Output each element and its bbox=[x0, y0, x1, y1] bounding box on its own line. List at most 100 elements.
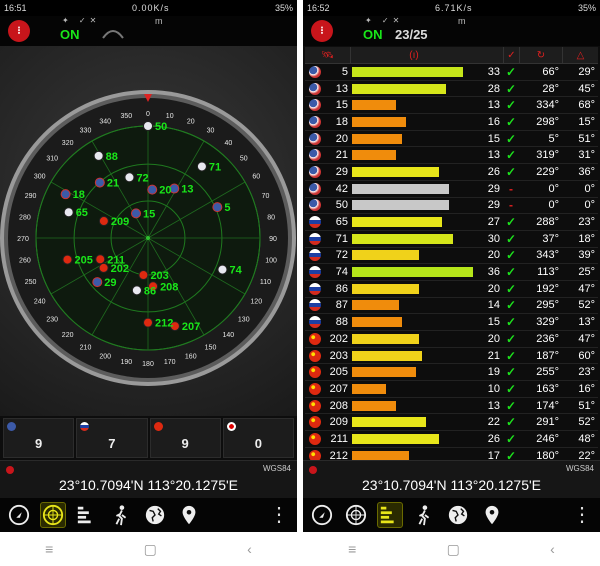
nav-home-button[interactable]: ▢ bbox=[144, 541, 157, 558]
app-logo[interactable]: ⁝ bbox=[311, 20, 333, 42]
walker-tab[interactable] bbox=[411, 502, 437, 528]
system-nav-bar: ≡ ▢ ‹ bbox=[0, 532, 297, 566]
table-row[interactable]: 18 16 ✓ 298° 15° bbox=[305, 114, 598, 131]
row-used: ✓ bbox=[505, 114, 517, 129]
row-snr: 36 bbox=[487, 266, 500, 279]
bearing-label: 40 bbox=[224, 140, 232, 147]
table-row[interactable]: 203 21 ✓ 187° 60° bbox=[305, 348, 598, 365]
signal-screen: 16:52 6.71K/s 35% ⁝ ✦ ✓✕ m ON 23/25 🛰 (ı… bbox=[303, 0, 600, 566]
table-row[interactable]: 208 13 ✓ 174° 51° bbox=[305, 398, 598, 415]
table-row[interactable]: 209 22 ✓ 291° 52° bbox=[305, 414, 598, 432]
sky-radar[interactable]: 0 10 20 30 40 50 60 70 80 90 100 110 120 130 140 150 160… bbox=[0, 46, 297, 416]
bearing-label: 120 bbox=[250, 299, 262, 306]
row-used: ✓ bbox=[505, 315, 517, 330]
table-row[interactable]: 207 10 ✓ 163° 16° bbox=[305, 381, 598, 398]
compass-icon bbox=[311, 504, 333, 526]
row-azimuth: 246° bbox=[536, 432, 559, 445]
nav-home-button[interactable]: ▢ bbox=[447, 541, 460, 558]
row-prn: 15 bbox=[335, 99, 348, 112]
table-row[interactable]: 13 28 ✓ 28° 45° bbox=[305, 81, 598, 98]
row-prn: 87 bbox=[335, 299, 348, 312]
bearing-label: 240 bbox=[34, 299, 46, 306]
row-elevation: 68° bbox=[578, 99, 595, 112]
table-row[interactable]: 74 36 ✓ 113° 25° bbox=[305, 264, 598, 281]
signal-tab[interactable] bbox=[377, 502, 403, 528]
row-elevation: 51° bbox=[578, 399, 595, 412]
table-row[interactable]: 87 14 ✓ 295° 52° bbox=[305, 298, 598, 315]
radar-tab[interactable] bbox=[343, 502, 369, 528]
row-signal-bar bbox=[350, 100, 477, 111]
satellite-count: 23/25 bbox=[395, 27, 428, 42]
nav-back-button[interactable]: ‹ bbox=[550, 541, 555, 557]
table-row[interactable]: 42 29- 0° 0° bbox=[305, 181, 598, 198]
row-prn: 208 bbox=[329, 399, 348, 412]
table-row[interactable]: 72 20 ✓ 343° 39° bbox=[305, 248, 598, 265]
table-row[interactable]: 211 26 ✓ 246° 48° bbox=[305, 431, 598, 448]
cn-flag-icon bbox=[309, 416, 321, 429]
cn-flag-icon bbox=[309, 399, 321, 412]
table-row[interactable]: 5 33 ✓ 66° 29° bbox=[305, 64, 598, 81]
satellite-prn: 86 bbox=[144, 285, 156, 297]
row-snr: 13 bbox=[487, 99, 500, 112]
row-flag bbox=[305, 115, 325, 128]
satellite-prn: 212 bbox=[155, 318, 173, 330]
bearing-label: 20 bbox=[187, 119, 195, 126]
row-elevation: 48° bbox=[578, 432, 595, 445]
nav-back-button[interactable]: ‹ bbox=[247, 541, 252, 557]
jp-flag-icon bbox=[226, 422, 236, 431]
signal-bar-fill bbox=[352, 200, 450, 211]
nav-menu-button[interactable]: ≡ bbox=[45, 541, 53, 557]
table-row[interactable]: 29 26 ✓ 229° 36° bbox=[305, 164, 598, 181]
row-flag bbox=[305, 165, 325, 178]
table-row[interactable]: 15 13 ✓ 334° 68° bbox=[305, 97, 598, 115]
map-tab[interactable] bbox=[479, 502, 505, 528]
walker-tab[interactable] bbox=[108, 502, 134, 528]
table-row[interactable]: 21 13 ✓ 319° 31° bbox=[305, 147, 598, 165]
map-tab[interactable] bbox=[176, 502, 202, 528]
app-logo[interactable]: ⁝ bbox=[8, 20, 30, 42]
us-flag-icon bbox=[309, 149, 321, 162]
compass-tab[interactable] bbox=[6, 502, 32, 528]
overflow-menu-icon[interactable]: ⋮ bbox=[269, 505, 289, 525]
table-row[interactable]: 86 20 ✓ 192° 47° bbox=[305, 281, 598, 298]
row-signal-bar bbox=[350, 417, 477, 428]
globe-tab[interactable] bbox=[142, 502, 168, 528]
fix-status-icons: ✦ ✓✕ bbox=[62, 16, 101, 25]
row-azimuth: 288° bbox=[536, 216, 559, 229]
row-used: ✓ bbox=[505, 81, 517, 96]
row-used: ✓ bbox=[505, 398, 517, 413]
globe-tab[interactable] bbox=[445, 502, 471, 528]
bearing-label: 280 bbox=[19, 214, 31, 221]
header-azimuth: ↻ bbox=[519, 47, 562, 63]
row-azimuth: 329° bbox=[536, 316, 559, 329]
row-snr: 16 bbox=[487, 115, 500, 128]
table-row[interactable]: 202 20 ✓ 236° 47° bbox=[305, 331, 598, 348]
table-row[interactable]: 71 30 ✓ 37° 18° bbox=[305, 231, 598, 248]
cn-flag-icon bbox=[138, 270, 149, 281]
bearing-label: 140 bbox=[223, 332, 235, 339]
overflow-menu-icon[interactable]: ⋮ bbox=[572, 505, 592, 525]
table-row[interactable]: 50 29- 0° 0° bbox=[305, 198, 598, 215]
table-row[interactable]: 65 27 ✓ 288° 23° bbox=[305, 214, 598, 231]
cn-flag-icon bbox=[309, 332, 321, 345]
row-signal-bar bbox=[350, 383, 477, 394]
radar-tab[interactable] bbox=[40, 502, 66, 528]
top-bar: ⁝ ✦ ✓✕ m ON bbox=[0, 16, 297, 46]
table-row[interactable]: 205 19 ✓ 255° 23° bbox=[305, 364, 598, 382]
compass-tab[interactable] bbox=[309, 502, 335, 528]
us-flag-icon bbox=[309, 199, 321, 212]
signal-tab[interactable] bbox=[74, 502, 100, 528]
row-flag bbox=[305, 99, 325, 112]
globe-icon bbox=[448, 505, 468, 525]
radar-icon bbox=[345, 504, 367, 526]
row-azimuth: 291° bbox=[536, 416, 559, 429]
signal-bar-fill bbox=[352, 433, 440, 444]
bearing-label: 230 bbox=[46, 316, 58, 323]
nav-menu-button[interactable]: ≡ bbox=[348, 541, 356, 557]
table-row[interactable]: 20 15 ✓ 5° 51° bbox=[305, 131, 598, 148]
row-snr: 13 bbox=[487, 399, 500, 412]
cn-flag-icon bbox=[62, 254, 73, 265]
satellite-prn: 21 bbox=[107, 178, 119, 190]
table-row[interactable]: 88 15 ✓ 329° 13° bbox=[305, 314, 598, 331]
signal-bar-fill bbox=[352, 333, 419, 344]
